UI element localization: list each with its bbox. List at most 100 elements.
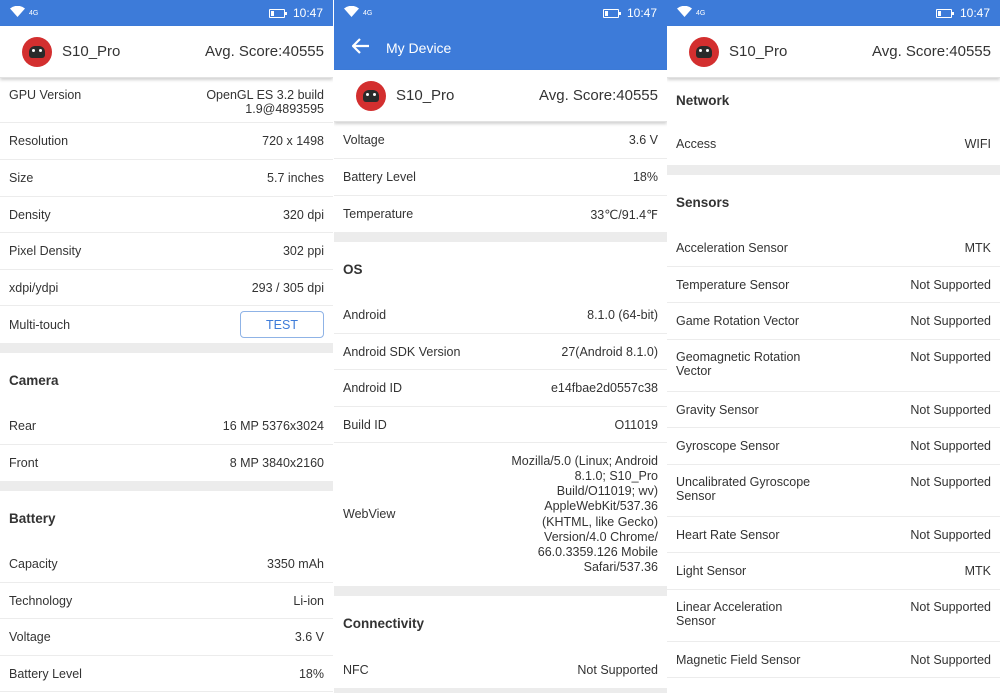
row-value: Not Supported <box>910 652 991 667</box>
status-bar: 4G 10:47 <box>0 0 333 26</box>
row-label: Capacity <box>9 557 58 571</box>
multitouch-test-button[interactable]: TEST <box>240 311 324 338</box>
row-value: Li-ion <box>293 593 324 608</box>
row-value: Not Supported <box>910 314 991 328</box>
screenshot-panel-3: 4G 10:47 S10_Pro Avg. Score:40555 Networ… <box>667 0 1000 693</box>
wifi-icon <box>344 5 359 20</box>
row-label: Temperature <box>343 207 414 221</box>
row-label: Temperature Sensor <box>676 277 790 292</box>
row-label: Game Rotation Vector <box>676 314 799 328</box>
row-label: Light Sensor <box>676 564 747 578</box>
row-value: 18% <box>632 170 658 184</box>
info-row: Android ID e14fbae2d0557c38 <box>334 370 667 407</box>
screenshot-panel-2: 4G 10:47 My Device S10_Pro Avg. Score:40… <box>334 0 667 693</box>
row-label: Heart Rate Sensor <box>676 527 780 542</box>
row-label: Acceleration Sensor <box>676 241 788 255</box>
section-divider <box>334 232 667 242</box>
device-model: S10_Pro <box>396 87 455 104</box>
section-divider <box>0 481 333 491</box>
row-label: Resolution <box>9 134 69 148</box>
info-row: Capacity 3350 mAh <box>0 546 333 583</box>
info-row-multitouch: Multi-touch TEST <box>0 306 333 343</box>
row-label: WebView <box>343 506 396 521</box>
info-row-webview: WebView Mozilla/5.0 (Linux; Android 8.1.… <box>334 443 667 586</box>
row-value: Not Supported <box>910 277 991 292</box>
info-row: Battery Level 18% <box>334 159 667 196</box>
row-value: Not Supported <box>577 662 658 677</box>
row-value: 720 x 1498 <box>262 134 324 148</box>
sensor-row: Temperature Sensor Not Supported <box>667 267 1000 303</box>
row-label: GPU Version <box>9 88 82 102</box>
clock: 10:47 <box>959 6 990 20</box>
row-value: 293 / 305 dpi <box>251 280 324 295</box>
clock: 10:47 <box>626 6 657 20</box>
row-label: Front <box>9 456 39 470</box>
row-value: Not Supported <box>910 402 991 417</box>
row-label: Gyroscope Sensor <box>676 439 780 453</box>
sensor-row: Magnetic Field Sensor Not Supported <box>667 642 1000 678</box>
row-label: Uncalibrated Gyroscope Sensor <box>676 475 811 503</box>
row-label: Technology <box>9 593 73 608</box>
info-row: Voltage 3.6 V <box>334 122 667 159</box>
row-label: Rear <box>9 419 37 433</box>
row-label: Linear Acceleration Sensor <box>676 600 783 628</box>
section-divider <box>0 343 333 353</box>
row-label: Density <box>9 207 51 222</box>
section-title-camera: Camera <box>9 373 59 388</box>
info-row: Build ID O11019 <box>334 407 667 443</box>
row-label: Battery Level <box>343 170 416 184</box>
row-value: 5.7 inches <box>267 171 324 185</box>
row-value: Not Supported <box>910 350 991 364</box>
row-value: Not Supported <box>910 475 991 489</box>
row-label: Android ID <box>343 381 403 395</box>
status-bar: 4G 10:47 <box>667 0 1000 26</box>
row-value: O11019 <box>614 417 658 432</box>
sensor-row: Linear Acceleration Sensor Not Supported <box>667 590 1000 642</box>
row-label: Size <box>9 171 34 185</box>
row-label: NFC <box>343 662 369 677</box>
row-value: 8.1.0 (64-bit) <box>587 308 658 322</box>
info-row: Technology Li-ion <box>0 583 333 619</box>
info-row: Access WIFI <box>667 123 1000 165</box>
info-row: Voltage 3.6 V <box>0 619 333 656</box>
info-row: Size 5.7 inches <box>0 160 333 197</box>
section-divider <box>334 586 667 596</box>
row-value: Not Supported <box>910 527 991 542</box>
row-label: Battery Level <box>9 666 82 681</box>
section-title-battery: Battery <box>9 511 56 526</box>
sensor-row: Light Sensor MTK <box>667 553 1000 590</box>
battery-icon <box>602 8 621 18</box>
sensor-row: Gyroscope Sensor Not Supported <box>667 428 1000 465</box>
antutu-logo-icon <box>356 80 386 111</box>
row-value: WIFI <box>964 137 991 151</box>
row-value: Not Supported <box>910 600 991 614</box>
app-bar-title: My Device <box>386 40 452 56</box>
arrow-left-icon[interactable] <box>351 38 370 58</box>
network-type: 4G <box>29 9 39 17</box>
row-value: e14fbae2d0557c38 <box>550 381 658 395</box>
info-row-gpu: GPU Version OpenGL ES 3.2 build 1.9@4893… <box>0 78 333 123</box>
avg-score: Avg. Score:40555 <box>539 87 658 104</box>
row-value: 3350 mAh <box>267 557 324 571</box>
info-row: Android 8.1.0 (64-bit) <box>334 297 667 334</box>
score-header: S10_Pro Avg. Score:40555 <box>0 26 333 78</box>
device-model: S10_Pro <box>729 43 788 60</box>
avg-score: Avg. Score:40555 <box>205 43 324 60</box>
row-label: Gravity Sensor <box>676 402 759 417</box>
row-value: OpenGL ES 3.2 build 1.9@4893595 <box>206 88 324 116</box>
wifi-icon <box>10 5 25 20</box>
score-header: S10_Pro Avg. Score:40555 <box>667 26 1000 78</box>
row-value: 27(Android 8.1.0) <box>561 344 658 359</box>
row-label: Voltage <box>343 133 385 147</box>
row-value: MTK <box>964 564 991 578</box>
info-row: Resolution 720 x 1498 <box>0 123 333 160</box>
sensor-row: Heart Rate Sensor Not Supported <box>667 517 1000 553</box>
row-label: Build ID <box>343 417 387 432</box>
info-row: Temperature 33℃/91.4℉ <box>334 196 667 232</box>
section-title-connectivity: Connectivity <box>343 616 425 631</box>
info-row: NFC Not Supported <box>334 651 667 688</box>
wifi-icon <box>677 5 692 20</box>
screenshot-panel-1: 4G 10:47 S10_Pro Avg. Score:40555 GPU Ve… <box>0 0 333 693</box>
score-header: S10_Pro Avg. Score:40555 <box>334 70 667 122</box>
row-label: Access <box>676 137 717 151</box>
